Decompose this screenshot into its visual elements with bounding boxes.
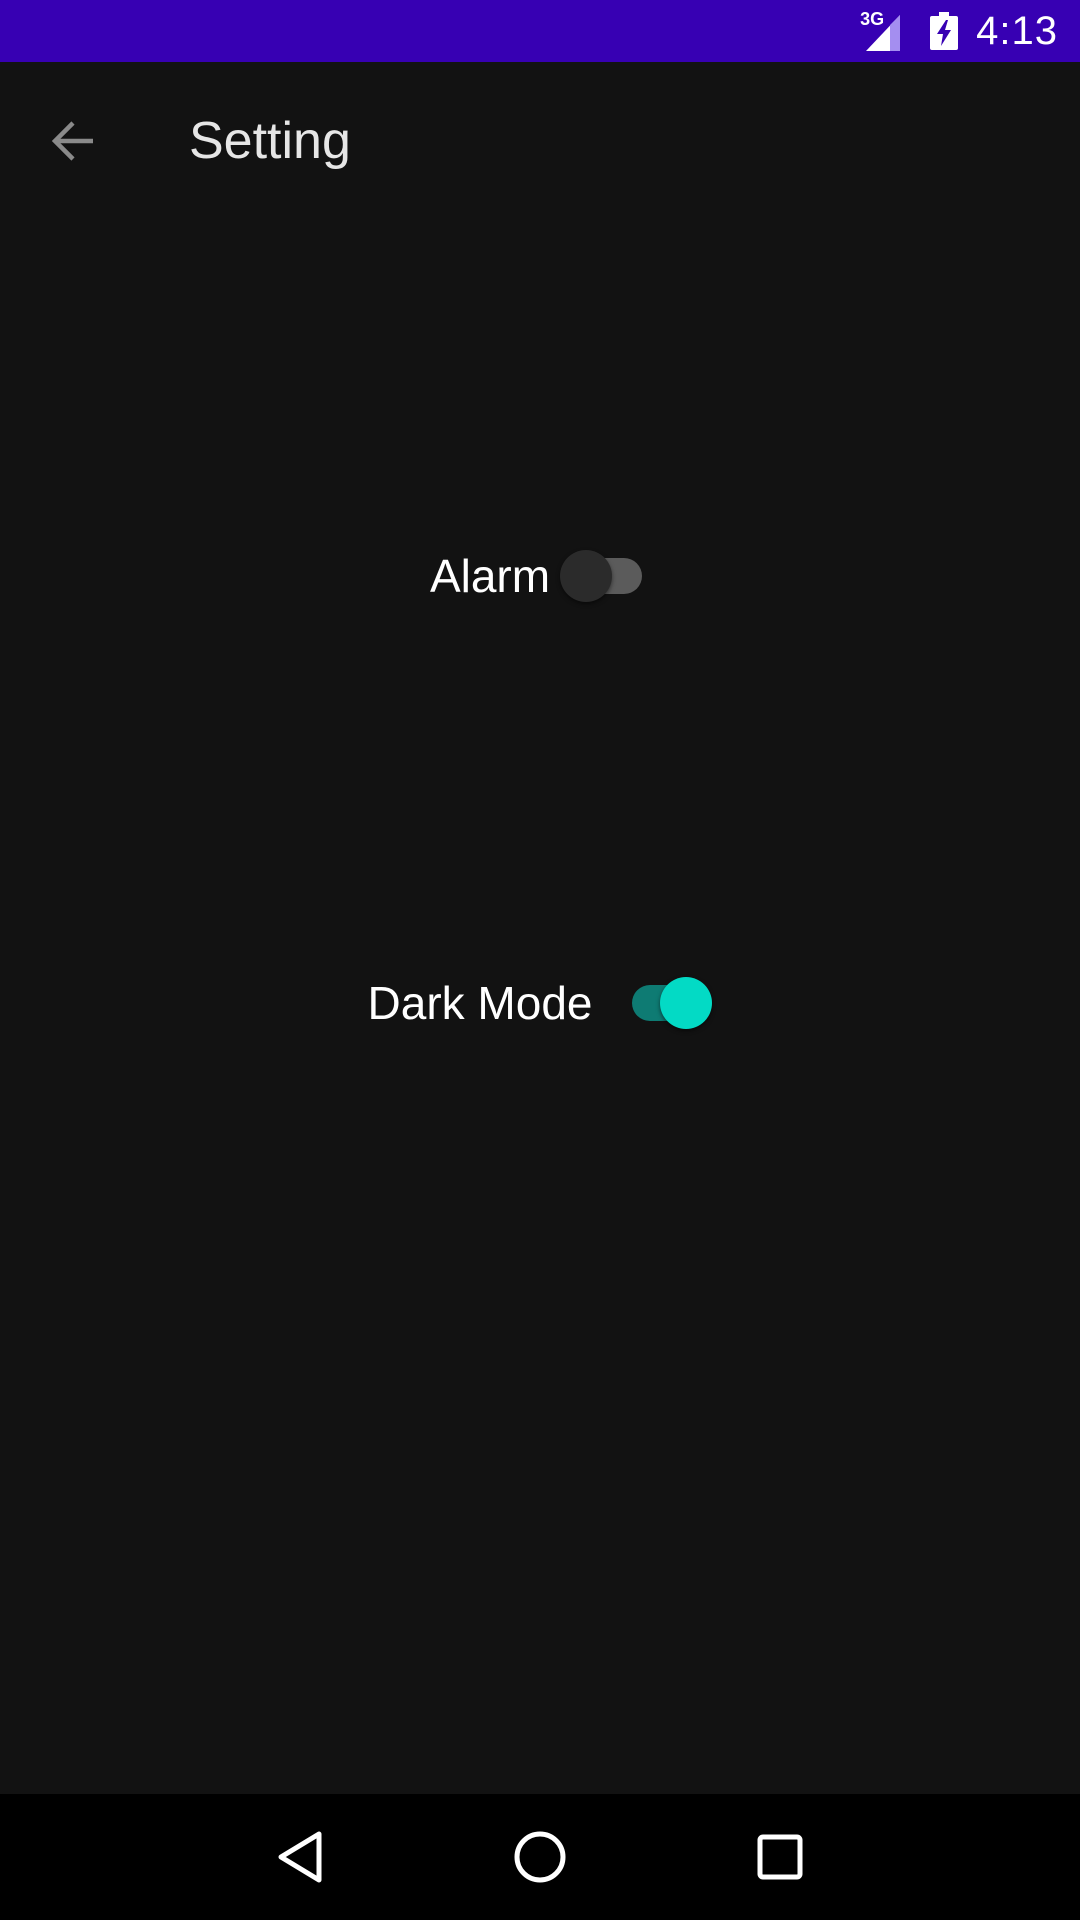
dark-mode-switch-thumb [660,977,713,1029]
alarm-label: Alarm [429,550,551,602]
app-bar: Setting [0,62,1080,214]
page-title: Setting [189,112,351,170]
status-time: 4:13 [976,8,1058,53]
dark-mode-label: Dark Mode [367,977,593,1029]
alarm-switch-thumb [560,550,613,602]
nav-recents-button[interactable] [745,1822,815,1892]
back-triangle-icon [278,1831,322,1883]
dark-mode-switch[interactable] [622,973,713,1033]
home-circle-icon [514,1831,566,1883]
settings-screen: 3G 4:13 Setting Alarm Dark Mode [0,0,1080,1920]
dark-mode-setting-row: Dark Mode [0,963,1080,1043]
arrow-back-icon [51,121,93,161]
network-type-label: 3G [860,9,885,29]
battery-charging-icon [930,12,959,50]
recents-square-icon [757,1834,803,1880]
nav-home-button[interactable] [505,1822,575,1892]
alarm-setting-row: Alarm [0,536,1080,616]
navigation-bar [0,1794,1080,1920]
status-bar: 3G 4:13 [0,0,1080,62]
alarm-switch[interactable] [560,546,650,606]
status-icons: 3G 4:13 [860,9,1058,54]
signal-icon: 3G [860,9,908,51]
nav-back-button[interactable] [265,1822,335,1892]
back-button[interactable] [38,106,108,176]
